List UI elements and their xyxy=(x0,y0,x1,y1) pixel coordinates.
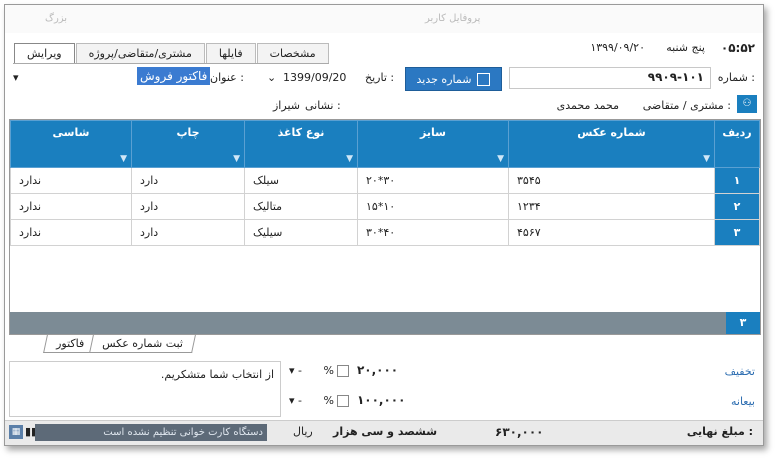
calculator-icon xyxy=(477,72,491,86)
background-window: بزرگ پروفایل کاربر xyxy=(5,5,763,33)
app-window: بزرگ پروفایل کاربر ۰۵:۵۲ پنج شنبه ۱۳۹۹/۰… xyxy=(4,4,764,446)
tab-register-photo[interactable]: ثبت شماره عکس xyxy=(89,335,196,353)
form-row-1: شماره : ۹۹۰۹-۱۰۱ شماره جدید تاریخ : 1399… xyxy=(5,65,763,91)
ghost-text-left: بزرگ xyxy=(45,13,68,24)
prepay-label: بیعانه xyxy=(731,395,755,408)
customer-value: محمد محمدی xyxy=(556,99,619,112)
discount-row: ▾ - % ۲۰,۰۰۰ xyxy=(289,363,398,377)
new-number-button[interactable]: شماره جدید xyxy=(405,67,502,91)
filter-icon: ▼ xyxy=(703,154,710,164)
card-reader-select[interactable]: دستگاه کارت خوانی تنظیم نشده است xyxy=(35,424,267,441)
items-grid: ردیف شماره عکس ▼ سایز ▼ نوع کاغذ ▼ چاپ ▼ شاس… xyxy=(9,119,761,335)
title-dropdown-icon[interactable]: ▾ xyxy=(13,71,19,84)
date-value[interactable]: 1399/09/20 xyxy=(283,71,346,84)
column-header[interactable]: شاسی ▼ xyxy=(10,120,132,168)
column-header[interactable]: سایز ▼ xyxy=(357,120,509,168)
prepay-percent: % xyxy=(323,394,334,407)
table-row[interactable]: ۳ ۴۵۶۷ ۴۰*۳۰ سیلیک دارد ندارد xyxy=(10,219,760,246)
column-header[interactable]: شماره عکس ▼ xyxy=(508,120,715,168)
address-label: نشانی : xyxy=(305,99,341,112)
tab-edit[interactable]: ویرایش xyxy=(14,43,75,63)
column-header[interactable]: ردیف xyxy=(714,120,760,168)
currency: ریال xyxy=(293,425,313,438)
new-number-label: شماره جدید xyxy=(416,72,472,86)
bottom-tab-bar: فاکتور ثبت شماره عکس xyxy=(43,335,196,353)
row-count: ۳ xyxy=(726,312,760,334)
final-label: مبلغ نهایی : xyxy=(686,425,753,438)
discount-label: تخفیف xyxy=(724,365,755,378)
weekday: پنج شنبه xyxy=(666,41,705,54)
message-box[interactable]: از انتخاب شما متشکریم. xyxy=(9,361,281,417)
people-icon[interactable]: ⚇ xyxy=(737,95,757,113)
filter-icon: ▼ xyxy=(497,154,504,164)
grid-icon[interactable]: ▦ xyxy=(9,425,23,439)
tab-bar: ویرایش مشتری/متقاضی/پروژه فایلها مشخصات xyxy=(13,43,329,64)
filter-icon: ▼ xyxy=(346,154,353,164)
title-input[interactable]: فاکتور فروش xyxy=(137,67,211,85)
prepay-checkbox[interactable] xyxy=(337,395,350,407)
customer-label: مشتری / متقاضی : xyxy=(642,99,731,112)
number-field[interactable]: ۹۹۰۹-۱۰۱ xyxy=(509,67,711,89)
chevron-down-icon[interactable]: ▾ - xyxy=(289,394,302,407)
table-row[interactable]: ۱ ۳۵۴۵ ۳۰*۲۰ سیلک دارد ندارد xyxy=(10,167,760,194)
column-header[interactable]: نوع کاغذ ▼ xyxy=(244,120,358,168)
table-header: ردیف شماره عکس ▼ سایز ▼ نوع کاغذ ▼ چاپ ▼ شاس… xyxy=(10,120,760,168)
title-label: عنوان : xyxy=(210,71,244,84)
discount-percent: % xyxy=(323,364,334,377)
date-label: تاریخ : xyxy=(365,71,395,84)
prepay-row: ▾ - % ۱۰۰,۰۰۰ xyxy=(289,393,405,407)
header-date: ۱۳۹۹/۰۹/۲۰ xyxy=(590,41,645,54)
tab-customer[interactable]: مشتری/متقاضی/پروژه xyxy=(75,43,205,63)
chevron-down-icon[interactable]: ▾ - xyxy=(289,364,302,377)
tab-files[interactable]: فایلها xyxy=(205,43,256,63)
status-bar: ▦ ▮▮ دستگاه کارت خوانی تنظیم نشده است ری… xyxy=(5,420,763,445)
discount-amount[interactable]: ۲۰,۰۰۰ xyxy=(357,363,398,377)
totals-panel: از انتخاب شما متشکریم. ▾ - % ۲۰,۰۰۰ ▾ - … xyxy=(5,361,763,421)
table-row[interactable]: ۲ ۱۲۳۴ ۱۰*۱۵ متالیک دارد ندارد xyxy=(10,193,760,220)
address-value: شیراز xyxy=(273,99,300,112)
top-row: ۰۵:۵۲ پنج شنبه ۱۳۹۹/۰۹/۲۰ ویرایش مشتری/م… xyxy=(5,35,763,64)
filter-icon: ▼ xyxy=(233,154,240,164)
amount-words: ششصد و سی هزار xyxy=(333,425,438,438)
ghost-text-right: پروفایل کاربر xyxy=(425,13,481,24)
tab-specs[interactable]: مشخصات xyxy=(256,43,329,63)
form-row-2: مشتری / متقاضی : محمد محمدی ⚇ شیراز نشان… xyxy=(5,93,763,117)
number-value: ۹۹۰۹-۱۰۱ xyxy=(647,70,704,84)
filter-icon: ▼ xyxy=(120,154,127,164)
chevron-down-icon[interactable]: ⌄ xyxy=(267,71,276,84)
clock: ۰۵:۵۲ xyxy=(720,41,755,55)
number-label: شماره : xyxy=(717,71,755,84)
column-header[interactable]: چاپ ▼ xyxy=(131,120,245,168)
final-amount: ۶۳۰,۰۰۰ xyxy=(495,425,544,439)
summary-row: ۳ xyxy=(10,312,760,334)
prepay-amount[interactable]: ۱۰۰,۰۰۰ xyxy=(357,393,406,407)
items-table: ردیف شماره عکس ▼ سایز ▼ نوع کاغذ ▼ چاپ ▼ شاس… xyxy=(10,120,760,246)
discount-checkbox[interactable] xyxy=(337,365,350,377)
